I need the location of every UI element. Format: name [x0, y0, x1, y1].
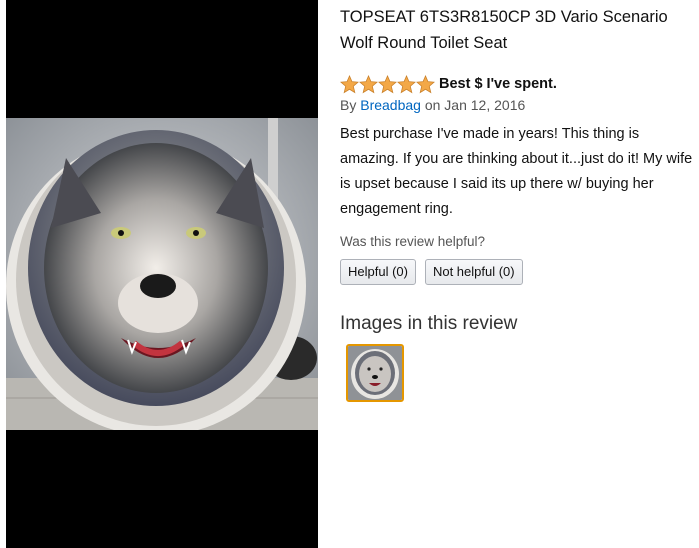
wolf-toilet-seat-photo — [6, 118, 318, 430]
helpful-button[interactable]: Helpful (0) — [340, 259, 416, 285]
review-byline: By Breadbag on Jan 12, 2016 — [340, 97, 695, 113]
product-title[interactable]: TOPSEAT 6TS3R8150CP 3D Vario Scenario Wo… — [340, 4, 695, 56]
not-helpful-button[interactable]: Not helpful (0) — [424, 259, 523, 285]
rating-row: Best $ I've spent. — [340, 73, 695, 95]
review-headline[interactable]: Best $ I've spent. — [439, 76, 557, 92]
star-rating — [340, 74, 435, 94]
star-icon — [378, 74, 397, 93]
images-heading: Images in this review — [340, 313, 518, 334]
review-panel: TOPSEAT 6TS3R8150CP 3D Vario Scenario Wo… — [340, 0, 695, 402]
star-icon — [340, 74, 359, 93]
star-icon — [416, 74, 435, 93]
review-image-viewer — [6, 0, 318, 548]
star-icon — [397, 74, 416, 93]
review-date: on Jan 12, 2016 — [424, 97, 526, 113]
star-icon — [359, 74, 378, 93]
review-image-thumbnail[interactable] — [346, 344, 404, 402]
author-link[interactable]: Breadbag — [360, 97, 421, 113]
review-body: Best purchase I've made in years! This t… — [340, 126, 693, 217]
byline-prefix: By — [340, 97, 357, 113]
helpful-buttons: Helpful (0) Not helpful (0) — [340, 259, 695, 285]
helpful-question: Was this review helpful? — [340, 234, 486, 249]
